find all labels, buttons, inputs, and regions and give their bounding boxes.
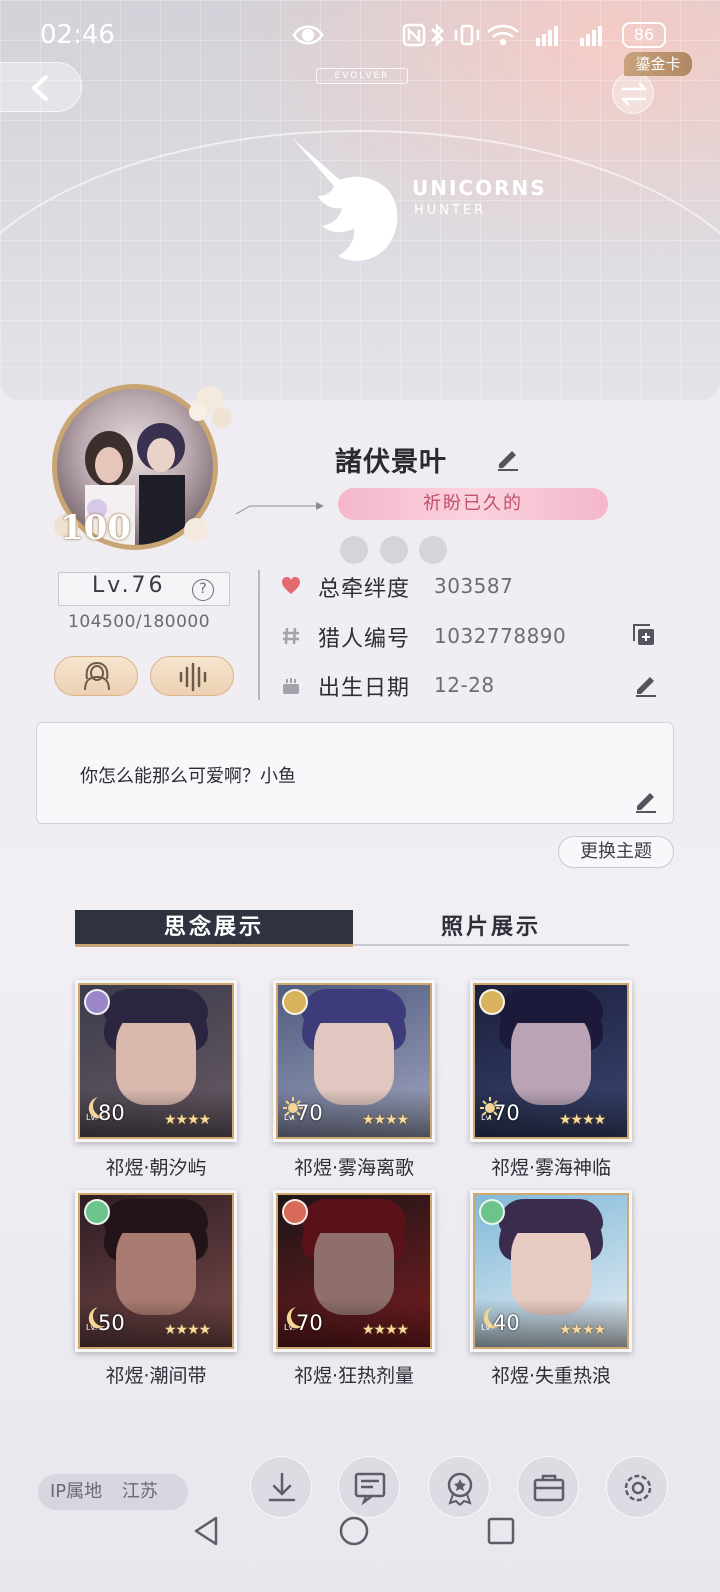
memory-card[interactable]: Lv. 70 ★★★★ <box>273 980 435 1142</box>
bluetooth-icon <box>431 22 444 48</box>
hash-icon <box>283 627 299 645</box>
card-frame <box>78 983 234 1139</box>
voice-wave-icon <box>179 662 207 692</box>
download-icon <box>268 1472 296 1502</box>
experience-progress: 104500/180000 <box>68 612 211 632</box>
status-time: 02:46 <box>40 20 115 50</box>
card-frame <box>78 1193 234 1349</box>
stat-label-hunter-id: 猎人编号 <box>318 627 411 652</box>
settings-button[interactable] <box>606 1456 668 1518</box>
nav-recents-icon[interactable] <box>482 1512 520 1550</box>
copy-icon[interactable] <box>630 621 658 649</box>
tab-photo-display[interactable]: 照片展示 <box>353 910 629 946</box>
edit-birthday-icon[interactable] <box>632 670 660 698</box>
divider-line <box>258 570 260 700</box>
back-button[interactable] <box>0 62 82 112</box>
card-name: 祁煜·失重热浪 <box>490 1365 612 1387</box>
card-name: 祁煜·朝汐屿 <box>105 1157 207 1179</box>
nav-back-icon[interactable] <box>188 1512 226 1550</box>
bag-button[interactable] <box>517 1456 579 1518</box>
memory-card[interactable]: Lv. 70 ★★★★ <box>273 1190 435 1352</box>
battery-indicator: 86 <box>622 22 666 48</box>
medal-button[interactable] <box>428 1456 490 1518</box>
bag-icon <box>533 1474 565 1502</box>
stat-value-birthday: 12-28 <box>434 673 495 697</box>
tab-divider <box>353 944 629 946</box>
gold-card-badge[interactable]: 鎏金卡 <box>624 52 692 76</box>
vibrate-icon <box>454 24 480 46</box>
memory-card[interactable]: Lv. 80 ★★★★ <box>75 980 237 1142</box>
message-board-button[interactable] <box>338 1456 400 1518</box>
chevron-left-icon <box>32 75 48 101</box>
nfc-icon <box>402 23 426 47</box>
memory-card[interactable]: Lv. 70 ★★★★ <box>470 980 632 1142</box>
level-label: Lv.76 <box>92 573 166 598</box>
signal-icon-1 <box>536 26 558 46</box>
download-button[interactable] <box>250 1456 312 1518</box>
tab-active-underline <box>75 944 353 947</box>
connector-line <box>236 502 324 515</box>
stat-label-bond: 总牵绊度 <box>318 577 411 602</box>
edit-signature-icon[interactable] <box>632 786 660 814</box>
logo-title: UNICORNS <box>412 176 547 200</box>
medal-icon <box>447 1472 473 1506</box>
stat-value-hunter-id: 1032778890 <box>434 624 567 648</box>
badge-slot-3[interactable] <box>419 536 447 564</box>
eye-icon <box>292 25 324 45</box>
avatar-frame-badge: 100 <box>60 508 131 548</box>
signal-icon-2 <box>580 26 602 46</box>
ip-label: IP属地 <box>50 1481 103 1502</box>
switch-button[interactable] <box>612 72 654 114</box>
memory-card[interactable]: Lv. 40 ★★★★ <box>470 1190 632 1352</box>
badge-slot-2[interactable] <box>380 536 408 564</box>
logo-subtitle: HUNTER <box>414 203 487 218</box>
heart-icon <box>282 577 300 594</box>
help-icon[interactable]: ? <box>192 579 214 601</box>
card-frame <box>276 983 432 1139</box>
tab-memory-display[interactable]: 思念展示 <box>75 910 353 946</box>
ip-value: 江苏 <box>121 1481 158 1502</box>
memory-card[interactable]: Lv. 50 ★★★★ <box>75 1190 237 1352</box>
avatar-outfit-button[interactable] <box>54 656 138 696</box>
voice-button[interactable] <box>150 656 234 696</box>
change-theme-button[interactable]: 更换主题 <box>558 836 674 868</box>
card-frame <box>473 1193 629 1349</box>
badge-slot-1[interactable] <box>340 536 368 564</box>
card-name: 祁煜·潮间带 <box>105 1365 207 1387</box>
signature-text: 你怎么能那么可爱啊？小鱼 <box>80 766 296 787</box>
stat-value-bond: 303587 <box>434 574 514 598</box>
card-name: 祁煜·狂热剂量 <box>293 1365 415 1387</box>
evolver-tag: EVOLVER <box>316 68 408 84</box>
settings-icon <box>624 1474 652 1502</box>
cake-icon <box>283 678 299 694</box>
profile-banner: EVOLVER UNICORNS HUNTER <box>0 0 720 400</box>
card-frame <box>276 1193 432 1349</box>
edit-nickname-icon[interactable] <box>494 444 522 472</box>
card-name: 祁煜·雾海神临 <box>490 1157 612 1179</box>
stat-label-birthday: 出生日期 <box>318 676 411 701</box>
swap-arrows-icon <box>621 82 647 106</box>
wifi-icon <box>487 24 519 46</box>
card-frame <box>473 983 629 1139</box>
unicorn-logo-icon <box>292 138 398 261</box>
female-profile-icon <box>84 661 110 691</box>
message-board-icon <box>354 1472 386 1506</box>
ip-location: IP属地 江苏 <box>38 1474 188 1510</box>
card-name: 祁煜·雾海离歌 <box>293 1157 415 1179</box>
nickname: 諸伏景叶 <box>335 447 447 478</box>
nav-home-icon[interactable] <box>335 1512 373 1550</box>
title-badge[interactable]: 祈盼已久的 <box>338 488 608 520</box>
